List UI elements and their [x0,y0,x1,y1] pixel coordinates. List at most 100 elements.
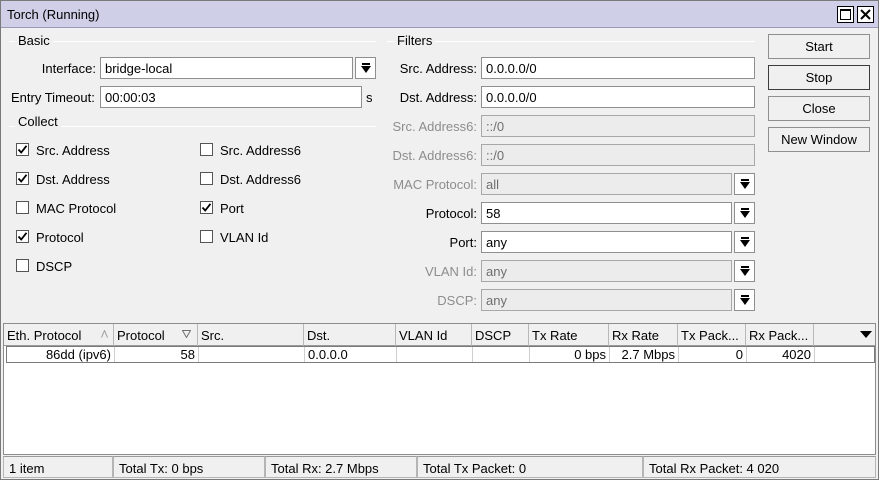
dst-address-filter-input[interactable]: 0.0.0.0/0 [481,86,755,108]
src-address-label: Src. Address [36,143,110,158]
dscp-collect-label: DSCP [36,259,73,274]
mac-protocol-label: MAC Protocol [36,201,117,216]
vlan-id-filter-label: VLAN Id: [424,264,477,279]
column-protocol[interactable]: Protocol [114,324,198,346]
checkmark-icon [17,174,28,183]
dst-address-checkbox[interactable] [16,172,29,185]
close-icon [860,9,871,20]
port-dropdown-button[interactable] [734,231,755,253]
collect-section-title: Collect [15,114,61,129]
dst-address-label: Dst. Address [36,172,110,187]
src-address-filter-input[interactable]: 0.0.0.0/0 [481,57,755,79]
results-table[interactable]: Eth. Protocol Protocol Src. Dst. VLAN Id… [3,323,876,455]
dst-address-filter-label: Dst. Address: [399,90,477,105]
src-address6-checkbox[interactable] [200,143,213,156]
dst-address6-filter-input[interactable]: ::/0 [481,144,755,166]
title-bar[interactable]: Torch (Running) [1,1,878,28]
port-filter-select[interactable]: any [481,231,732,253]
checkmark-icon [17,145,28,154]
column-vlan-id-label: VLAN Id [399,328,448,343]
cell-rx-packets: 4020 [747,347,815,362]
collect-separator [9,126,376,127]
dst-address6-checkbox[interactable] [200,172,213,185]
column-dst[interactable]: Dst. [304,324,396,346]
column-src-label: Src. [201,328,225,343]
window-title: Torch (Running) [7,7,100,22]
cell-src [199,347,305,362]
checkmark-icon [201,203,212,212]
status-total-rx: Total Rx: 2.7 Mbps [265,456,417,478]
entry-timeout-unit: s [366,90,373,105]
protocol-filter-label: Protocol: [425,206,477,221]
close-button[interactable]: Close [768,96,870,121]
sort-triangle-icon [182,330,191,338]
cell-vlan-id [397,347,473,362]
cell-eth-protocol: 86dd (ipv6) [7,347,115,362]
vlan-id-dropdown-button[interactable] [734,260,755,282]
vlan-id-filter-select[interactable]: any [481,260,732,282]
vlan-id-collect-label: VLAN Id [220,230,269,245]
basic-section-title: Basic [15,33,53,48]
column-rx-rate[interactable]: Rx Rate [609,324,678,346]
status-item-count: 1 item [3,456,113,478]
column-vlan-id[interactable]: VLAN Id [396,324,472,346]
protocol-collect-label: Protocol [36,230,84,245]
close-window-button[interactable] [857,6,874,23]
mac-protocol-filter-select[interactable]: all [481,173,732,195]
status-total-rx-packet: Total Rx Packet: 4 020 [643,456,876,478]
column-tx-rate[interactable]: Tx Rate [529,324,609,346]
cell-tx-rate: 0 bps [530,347,610,362]
cell-tx-packets: 0 [679,347,747,362]
cell-rx-rate: 2.7 Mbps [610,347,679,362]
table-header: Eth. Protocol Protocol Src. Dst. VLAN Id… [4,324,875,346]
src-address6-filter-label: Src. Address6: [392,119,477,134]
new-window-button[interactable]: New Window [768,127,870,152]
column-eth-protocol[interactable]: Eth. Protocol [4,324,114,346]
dropdown-arrow-icon [740,179,750,189]
mac-protocol-filter-label: MAC Protocol: [393,177,477,192]
cell-protocol: 58 [115,347,199,362]
column-eth-protocol-label: Eth. Protocol [7,328,82,343]
column-menu-area[interactable] [814,324,875,346]
dscp-checkbox[interactable] [16,259,29,272]
dst-address6-label: Dst. Address6 [220,172,301,187]
cell-dscp [473,347,530,362]
column-rx-packets[interactable]: Rx Pack... [746,324,814,346]
protocol-filter-select[interactable]: 58 [481,202,732,224]
column-dscp-label: DSCP [475,328,512,343]
column-tx-packets[interactable]: Tx Pack... [678,324,746,346]
cell-dst: 0.0.0.0 [305,347,397,362]
vlan-id-checkbox[interactable] [200,230,213,243]
dscp-filter-select[interactable]: any [481,289,732,311]
column-dscp[interactable]: DSCP [472,324,529,346]
start-button[interactable]: Start [768,34,870,59]
table-row[interactable]: 86dd (ipv6) 58 0.0.0.0 0 bps 2.7 Mbps 0 … [6,346,875,363]
torch-window: Torch (Running) Basic Interface: bridge-… [0,0,879,480]
interface-label: Interface: [41,61,96,76]
interface-dropdown-button[interactable] [355,57,376,79]
dropdown-arrow-icon [740,295,750,305]
stop-button[interactable]: Stop [768,65,870,90]
status-bar: 1 item Total Tx: 0 bps Total Rx: 2.7 Mbp… [3,456,876,478]
mac-protocol-checkbox[interactable] [16,201,29,214]
status-total-tx: Total Tx: 0 bps [113,456,265,478]
dscp-filter-label: DSCP: [437,293,477,308]
maximize-button[interactable] [837,6,854,23]
protocol-checkbox[interactable] [16,230,29,243]
src-address6-filter-input[interactable]: ::/0 [481,115,755,137]
dscp-dropdown-button[interactable] [734,289,755,311]
dropdown-arrow-icon [740,237,750,247]
column-rx-rate-label: Rx Rate [612,328,659,343]
mac-protocol-dropdown-button[interactable] [734,173,755,195]
src-address6-label: Src. Address6 [220,143,301,158]
port-checkbox[interactable] [200,201,213,214]
status-total-tx-packet: Total Tx Packet: 0 [417,456,643,478]
dst-address6-filter-label: Dst. Address6: [392,148,477,163]
column-dst-label: Dst. [307,328,331,343]
protocol-dropdown-button[interactable] [734,202,755,224]
column-menu-icon [860,331,872,338]
src-address-checkbox[interactable] [16,143,29,156]
column-src[interactable]: Src. [198,324,304,346]
interface-select[interactable]: bridge-local [100,57,353,79]
entry-timeout-input[interactable]: 00:00:03 [100,86,362,108]
